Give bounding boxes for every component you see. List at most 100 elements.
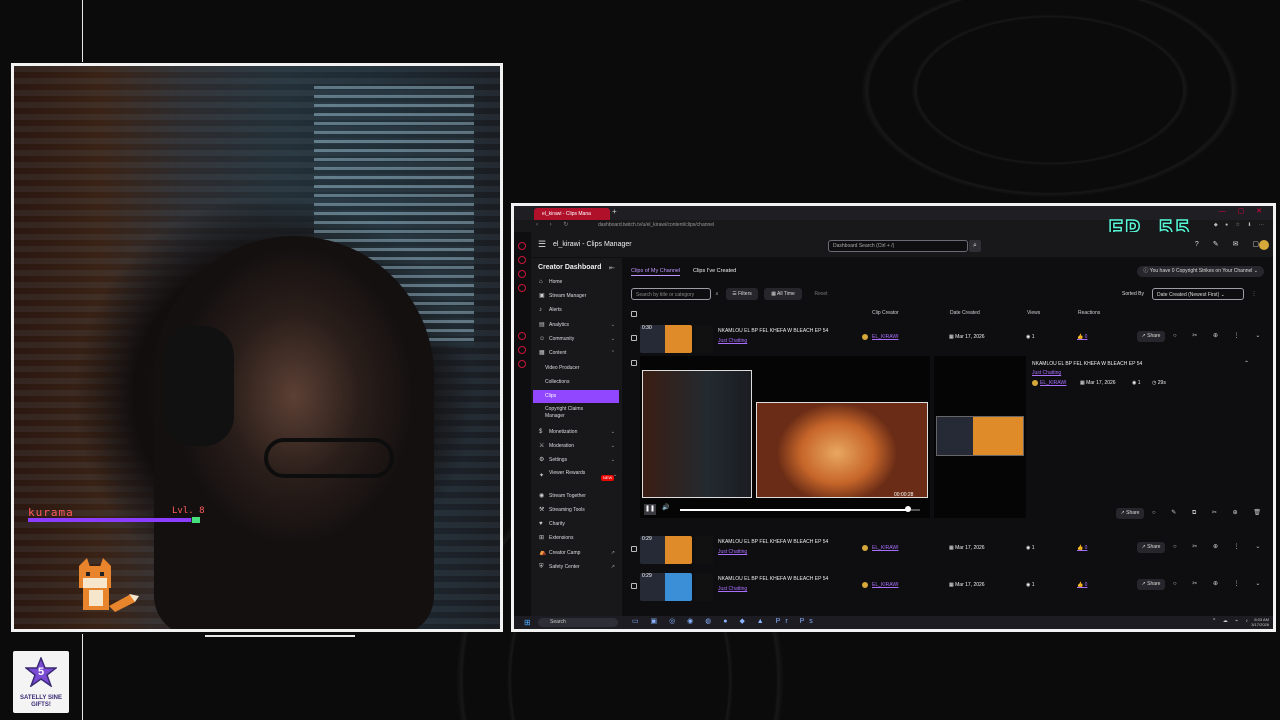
reset-button[interactable]: Reset xyxy=(808,288,834,300)
sidebar-item-safety-center[interactable]: ⛨ Safety Center ↗ xyxy=(533,561,619,574)
copyright-status-badge[interactable]: ⓘ You have 0 Copyright Strikes on Your C… xyxy=(1137,266,1264,277)
column-views[interactable]: Views xyxy=(1027,310,1040,316)
menu-icon[interactable]: ☰ xyxy=(538,239,546,250)
clip-search-input[interactable]: Search by title or category xyxy=(631,288,711,300)
clip-category[interactable]: Just Chatting xyxy=(718,586,747,592)
more-options-icon[interactable]: ⋮ xyxy=(1250,288,1258,300)
expanded-actions-icon[interactable]: ○ ✎ ⧉ ✂ ⊕ 🗑 xyxy=(1152,509,1268,517)
monetization-icon: $ xyxy=(539,429,543,435)
sidebar-item-monetization[interactable]: $ Monetization ⌄ xyxy=(533,426,619,439)
sidebar-item-viewer-rewards[interactable]: ✦ Viewer Rewards xyxy=(533,469,593,485)
sidebar-item-clips[interactable]: Clips xyxy=(533,390,619,403)
rail-icon[interactable] xyxy=(518,242,526,250)
table-row[interactable]: 0:30 NKAMLOU EL BP FEL KHEFA W BLEACH EP… xyxy=(622,322,1262,356)
clip-reactions[interactable]: 👍 0 xyxy=(1077,582,1087,588)
sidebar-item-copyright-claims[interactable]: Copyright Claims Manager xyxy=(533,405,595,421)
tab-clips-ive-created[interactable]: Clips I've Created xyxy=(693,268,736,274)
sidebar-item-analytics[interactable]: ▤ Analytics ⌄ xyxy=(533,319,619,332)
sidebar-item-video-producer[interactable]: Video Producer xyxy=(533,362,619,375)
share-button[interactable]: ↗ Share xyxy=(1137,542,1165,553)
taskbar-search[interactable]: Search xyxy=(538,618,618,627)
window-controls-icon[interactable]: — ▢ ✕ xyxy=(1219,207,1267,215)
expanded-clip-title: NKAMLOU EL BP FEL KHEFA W BLEACH EP 54 xyxy=(1032,361,1143,367)
sidebar-item-extensions[interactable]: ⊞ Extensions xyxy=(533,532,619,545)
headset xyxy=(164,326,234,446)
avatar[interactable] xyxy=(1259,240,1269,250)
select-all-checkbox[interactable] xyxy=(631,311,637,317)
sidebar-item-moderation[interactable]: ⚔ Moderation ⌄ xyxy=(533,440,619,453)
browser-tab[interactable]: el_kirawi - Clips Mana xyxy=(534,208,610,220)
video-player[interactable]: 00:00:28 ❚❚ 🔊 xyxy=(640,356,930,518)
clip-category[interactable]: Just Chatting xyxy=(718,338,747,344)
share-button[interactable]: ↗ Share xyxy=(1137,331,1165,342)
share-button[interactable]: ↗ Share xyxy=(1116,508,1144,519)
sidebar-item-content[interactable]: ▦ Content ⌃ xyxy=(533,347,619,360)
rail-icon[interactable] xyxy=(518,270,526,278)
search-icon[interactable]: ⌕ xyxy=(712,288,722,300)
pause-icon[interactable]: ❚❚ xyxy=(644,504,656,515)
clip-creator[interactable]: EL_KIRAWI xyxy=(872,545,899,551)
clip-reactions[interactable]: 👍 0 xyxy=(1077,545,1087,551)
seek-knob[interactable] xyxy=(905,506,911,512)
column-date-created[interactable]: Date Created xyxy=(950,310,980,316)
taskbar-apps-icon[interactable]: ▭ ▣ ◎ ◉ ◍ ● ◆ ▲ Pr Ps xyxy=(632,617,818,625)
sidebar-item-stream-together[interactable]: ◉ Stream Together xyxy=(533,490,619,503)
new-tab-icon[interactable]: + xyxy=(612,207,617,216)
sidebar-item-stream-manager[interactable]: ▣ Stream Manager xyxy=(533,290,619,303)
sort-select[interactable]: Date Created (Newest First) ⌄ xyxy=(1152,288,1244,300)
clip-category[interactable]: Just Chatting xyxy=(718,549,747,555)
expanded-clip-category[interactable]: Just Chatting xyxy=(1032,370,1061,376)
sidebar-item-community[interactable]: ☺ Community ⌄ xyxy=(533,333,619,346)
table-row[interactable]: 0:29 NKAMLOU EL BP FEL KHEFA W BLEACH EP… xyxy=(622,533,1262,567)
clip-creator[interactable]: EL_KIRAWI xyxy=(872,582,899,588)
filters-button[interactable]: ☰ Filters xyxy=(726,288,758,300)
tab-clips-of-my-channel[interactable]: Clips of My Channel xyxy=(631,268,681,276)
rail-icon[interactable] xyxy=(518,346,526,354)
seek-bar[interactable] xyxy=(680,506,920,512)
clip-creator[interactable]: EL_KIRAWI xyxy=(872,334,899,340)
column-clip-creator[interactable]: Clip Creator xyxy=(872,310,899,316)
browser-extensions-icon[interactable]: ◆ ● ☆ ⬇ ⋯ xyxy=(1214,222,1267,228)
clip-title[interactable]: NKAMLOU EL BP FEL KHEFA W BLEACH EP 54 xyxy=(718,539,828,545)
clip-title[interactable]: NKAMLOU EL BP FEL KHEFA W BLEACH EP 54 xyxy=(718,576,828,582)
rail-icon[interactable] xyxy=(518,284,526,292)
dashboard-search-input[interactable]: Dashboard Search (Ctrl + /) xyxy=(828,240,968,252)
sidebar-item-creator-camp[interactable]: ⛺ Creator Camp ↗ xyxy=(533,547,619,560)
rail-icon[interactable] xyxy=(518,256,526,264)
sidebar-item-streaming-tools[interactable]: ⚒ Streaming Tools xyxy=(533,504,619,517)
volume-icon[interactable]: 🔊 xyxy=(662,504,669,511)
clip-title[interactable]: NKAMLOU EL BP FEL KHEFA W BLEACH EP 54 xyxy=(718,328,828,334)
windows-start-icon[interactable]: ⊞ xyxy=(524,618,531,627)
taskbar-clock[interactable]: 8:03 AM 3/17/2026 xyxy=(1251,617,1269,627)
search-icon[interactable]: ⌕ xyxy=(969,240,981,252)
rail-icon[interactable] xyxy=(518,360,526,368)
clip-preview-thumbnail[interactable] xyxy=(936,416,1024,456)
row-actions-icon[interactable]: ○ ✂ ⊕ ⋮ ⌄ xyxy=(1173,332,1267,339)
sidebar-item-charity[interactable]: ♥ Charity xyxy=(533,518,619,531)
row-actions-icon[interactable]: ○ ✂ ⊕ ⋮ ⌄ xyxy=(1173,543,1267,550)
chevron-up-icon[interactable]: ⌃ xyxy=(1244,360,1249,367)
system-tray-icon[interactable]: ^ ☁ ⌁ ♪ xyxy=(1213,618,1251,624)
table-row[interactable]: 0:29 NKAMLOU EL BP FEL KHEFA W BLEACH EP… xyxy=(622,570,1262,604)
header-actions-icon[interactable]: ? ✎ ✉ ▢ xyxy=(1195,240,1265,248)
share-button[interactable]: ↗ Share xyxy=(1137,579,1165,590)
rail-icon[interactable] xyxy=(518,332,526,340)
row-checkbox[interactable] xyxy=(631,335,637,341)
collapse-icon[interactable]: ⇤ xyxy=(609,264,615,272)
chevron-down-icon: ⌄ xyxy=(610,457,615,463)
row-checkbox[interactable] xyxy=(631,546,637,552)
sidebar-item-alerts[interactable]: ♪ Alerts xyxy=(533,304,619,317)
sidebar-item-collections[interactable]: Collections xyxy=(533,376,619,389)
chevron-down-icon[interactable]: ⌄ xyxy=(613,472,617,478)
row-actions-icon[interactable]: ○ ✂ ⊕ ⋮ ⌄ xyxy=(1173,580,1267,587)
nav-arrows-icon[interactable]: ‹ › ↻ xyxy=(536,221,573,228)
all-time-button[interactable]: ▦ All Time xyxy=(764,288,802,300)
column-reactions[interactable]: Reactions xyxy=(1078,310,1100,316)
url-field[interactable]: dashboard.twitch.tv/u/el_kirawi/content/… xyxy=(598,222,714,228)
clip-reactions[interactable]: 👍 0 xyxy=(1077,334,1087,340)
sidebar-item-settings[interactable]: ⚙ Settings ⌄ xyxy=(533,454,619,467)
row-checkbox[interactable] xyxy=(631,583,637,589)
row-checkbox[interactable] xyxy=(631,360,637,366)
sidebar-item-home[interactable]: ⌂ Home xyxy=(533,276,619,289)
expanded-clip-creator[interactable]: EL_KIRAWI xyxy=(1040,380,1067,386)
